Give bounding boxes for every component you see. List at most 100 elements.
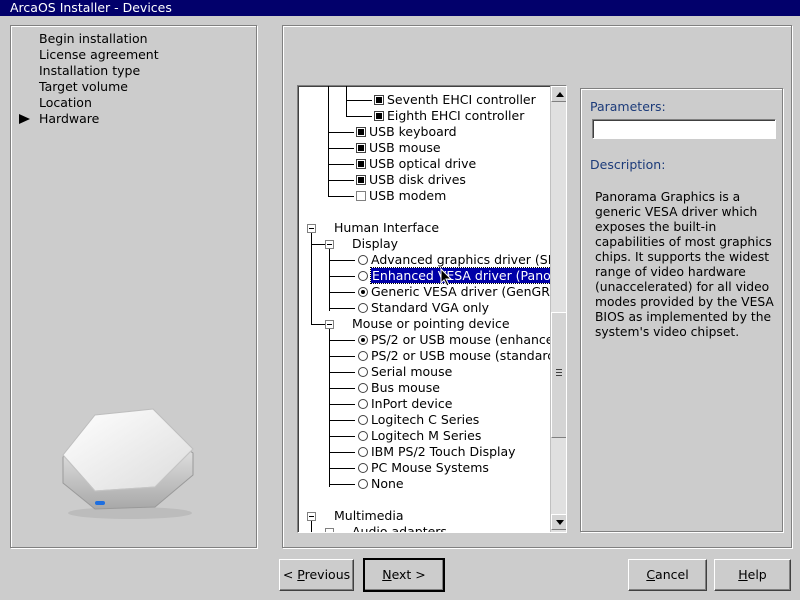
hardware-tree[interactable]: Seventh EHCI controller Eighth EHCI cont… xyxy=(297,85,567,533)
mouse-option[interactable]: Serial mouse xyxy=(358,364,452,380)
tree-line xyxy=(328,148,354,149)
tree-category-audio[interactable]: Audio adapters xyxy=(352,524,447,532)
radio-icon[interactable] xyxy=(358,286,368,297)
radio-icon[interactable] xyxy=(358,350,368,361)
step-begin-installation: Begin installation xyxy=(39,31,148,46)
tree-item-usb[interactable]: USB optical drive xyxy=(356,156,476,172)
tree-item-usb[interactable]: USB mouse xyxy=(356,140,441,156)
tree-item-usb[interactable]: USB keyboard xyxy=(356,124,457,140)
next-button[interactable]: Next > xyxy=(363,558,445,592)
collapse-icon[interactable] xyxy=(307,224,316,233)
checkbox-icon[interactable] xyxy=(356,190,366,201)
tree-line xyxy=(329,372,355,373)
mouse-option[interactable]: Logitech C Series xyxy=(358,412,479,428)
mouse-option[interactable]: Logitech M Series xyxy=(358,428,481,444)
checkbox-icon[interactable] xyxy=(374,110,384,121)
tree-line xyxy=(329,340,355,341)
tree-line xyxy=(329,388,355,389)
arrow-up-icon xyxy=(556,92,564,97)
checkbox-icon[interactable] xyxy=(356,142,366,153)
checkbox-icon[interactable] xyxy=(356,158,366,169)
mouse-pointer-icon xyxy=(440,268,453,287)
tree-line xyxy=(329,420,355,421)
tree-category-mouse[interactable]: Mouse or pointing device xyxy=(352,316,510,332)
display-option[interactable]: Advanced graphics driver (SN xyxy=(358,252,550,268)
collapse-icon[interactable] xyxy=(325,320,334,329)
tree-category-human-interface[interactable]: Human Interface xyxy=(334,220,439,236)
tree-scrollbar[interactable] xyxy=(550,86,566,532)
collapse-icon[interactable] xyxy=(325,528,334,532)
tree-line xyxy=(311,244,325,245)
mouse-option[interactable]: Bus mouse xyxy=(358,380,440,396)
radio-icon[interactable] xyxy=(358,366,368,377)
radio-icon[interactable] xyxy=(358,334,368,345)
radio-icon[interactable] xyxy=(358,462,368,473)
steps-list: Begin installation License agreement Ins… xyxy=(39,31,159,127)
parameters-input[interactable] xyxy=(592,119,776,139)
radio-icon[interactable] xyxy=(358,302,368,313)
radio-icon[interactable] xyxy=(358,414,368,425)
previous-button[interactable]: < Previous xyxy=(279,559,354,591)
mouse-option[interactable]: PC Mouse Systems xyxy=(358,460,489,476)
tree-line xyxy=(329,249,330,311)
arrow-down-icon xyxy=(556,520,564,525)
tree-category-multimedia[interactable]: Multimedia xyxy=(334,508,404,524)
tree-item-usb[interactable]: Eighth EHCI controller xyxy=(374,108,524,124)
mouse-option[interactable]: PS/2 or USB mouse (enhance xyxy=(358,332,550,348)
radio-icon[interactable] xyxy=(358,430,368,441)
tree-line xyxy=(329,276,355,277)
step-location: Location xyxy=(39,95,92,110)
tree-category-display[interactable]: Display xyxy=(352,236,398,252)
tree-line xyxy=(329,329,330,487)
tree-line xyxy=(328,132,354,133)
tree-line xyxy=(328,164,354,165)
description-label: Description: xyxy=(590,157,666,172)
scroll-down-button[interactable] xyxy=(551,514,566,530)
tree-line xyxy=(329,468,355,469)
tree-line xyxy=(346,100,372,101)
checkbox-icon[interactable] xyxy=(356,174,366,185)
radio-icon[interactable] xyxy=(358,270,368,281)
tree-line xyxy=(329,356,355,357)
cancel-button[interactable]: Cancel xyxy=(628,559,707,591)
collapse-icon[interactable] xyxy=(307,512,316,521)
tree-line xyxy=(329,452,355,453)
checkbox-icon[interactable] xyxy=(374,94,384,105)
tree-line xyxy=(346,86,347,116)
tree-line xyxy=(329,404,355,405)
collapse-icon[interactable] xyxy=(325,240,334,249)
mouse-option[interactable]: IBM PS/2 Touch Display xyxy=(358,444,516,460)
tree-line xyxy=(329,308,355,309)
scroll-thumb[interactable] xyxy=(551,312,566,438)
checkbox-icon[interactable] xyxy=(356,126,366,137)
parameters-label: Parameters: xyxy=(590,99,666,114)
step-license-agreement: License agreement xyxy=(39,47,159,62)
radio-icon[interactable] xyxy=(358,254,368,265)
description-text: Panorama Graphics is a generic VESA driv… xyxy=(595,190,774,339)
scroll-up-button[interactable] xyxy=(551,86,566,102)
radio-icon[interactable] xyxy=(358,382,368,393)
mouse-option[interactable]: InPort device xyxy=(358,396,452,412)
step-installation-type: Installation type xyxy=(39,63,141,78)
mouse-option[interactable]: PS/2 or USB mouse (standarc xyxy=(358,348,550,364)
radio-icon[interactable] xyxy=(358,478,368,489)
current-step-arrow-icon xyxy=(19,114,30,124)
help-button[interactable]: Help xyxy=(714,559,791,591)
display-option[interactable]: Standard VGA only xyxy=(358,300,489,316)
tree-item-usb[interactable]: Seventh EHCI controller xyxy=(374,92,536,108)
mouse-option[interactable]: None xyxy=(358,476,404,492)
radio-icon[interactable] xyxy=(358,398,368,409)
power-led-icon xyxy=(95,501,105,505)
tree-line xyxy=(346,116,372,117)
tree-content: Seventh EHCI controller Eighth EHCI cont… xyxy=(298,86,550,532)
display-option-selected[interactable]: Enhanced VESA driver (Panor xyxy=(358,267,550,284)
tree-line xyxy=(311,244,312,324)
step-target-volume: Target volume xyxy=(39,79,128,94)
tree-line xyxy=(328,196,354,197)
radio-icon[interactable] xyxy=(358,446,368,457)
tree-line xyxy=(311,324,325,325)
tree-line xyxy=(311,521,312,532)
tree-line xyxy=(329,436,355,437)
tree-item-usb[interactable]: USB disk drives xyxy=(356,172,466,188)
tree-item-usb[interactable]: USB modem xyxy=(356,188,446,204)
